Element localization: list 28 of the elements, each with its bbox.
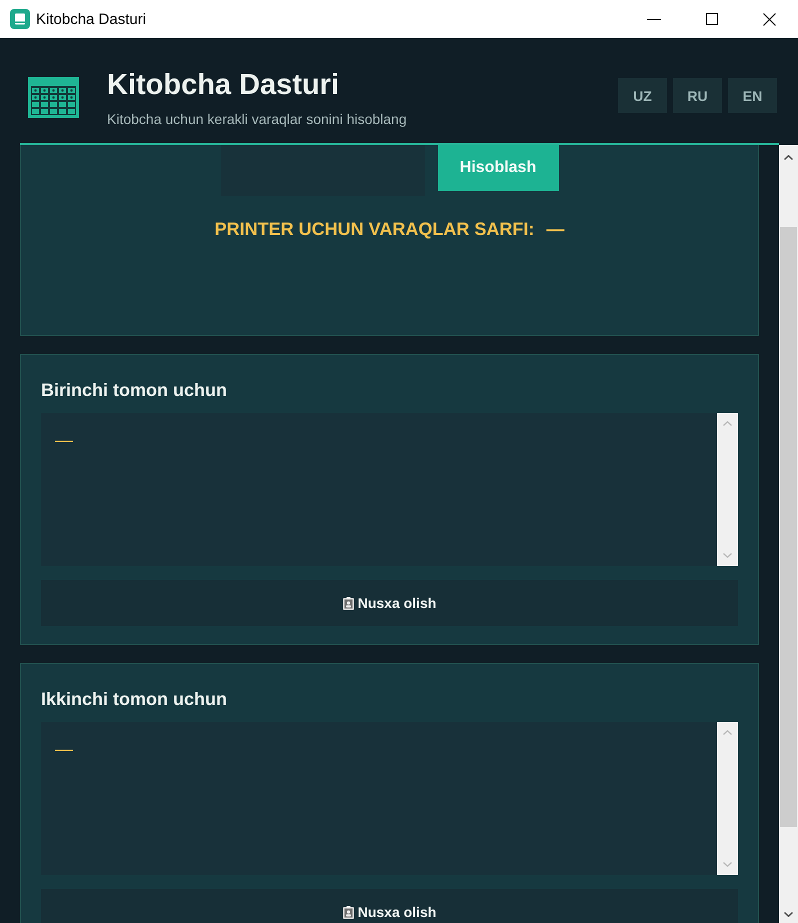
window-title: Kitobcha Dasturi xyxy=(36,10,146,28)
result-value: — xyxy=(546,218,564,240)
output-text: — xyxy=(55,738,73,760)
output-text: — xyxy=(55,429,73,451)
language-button[interactable]: UZ xyxy=(618,78,667,113)
minimize-icon[interactable] xyxy=(647,18,661,20)
result-label: PRINTER UCHUN VARAQLAR SARFI: xyxy=(214,218,534,240)
clipboard-icon xyxy=(342,906,354,918)
language-button[interactable]: EN xyxy=(728,78,777,113)
section-title: Birinchi tomon uchun xyxy=(41,379,228,401)
close-icon[interactable] xyxy=(763,12,776,26)
maximize-icon[interactable] xyxy=(706,13,718,25)
scroll-down-icon[interactable] xyxy=(784,912,793,917)
output-field[interactable]: — xyxy=(41,413,738,566)
language-button[interactable]: RU xyxy=(673,78,722,113)
copy-button[interactable]: Nusxa olish xyxy=(41,889,738,923)
app-title: Kitobcha Dasturi xyxy=(107,68,340,102)
scrollbar-thumb[interactable] xyxy=(780,227,797,827)
scrollbar[interactable] xyxy=(779,145,798,923)
app-subtitle: Kitobcha uchun kerakli varaqlar sonini hisoblang xyxy=(107,110,408,128)
number-input[interactable] xyxy=(220,145,424,196)
scroll-up-icon[interactable] xyxy=(784,155,793,160)
section-title: Ikkinchi tomon uchun xyxy=(41,688,228,710)
book-icon xyxy=(10,9,30,29)
output-field[interactable]: — xyxy=(41,722,738,875)
grid-icon xyxy=(28,77,79,118)
clipboard-icon xyxy=(342,596,354,610)
copy-button[interactable]: Nusxa olish xyxy=(41,580,738,626)
